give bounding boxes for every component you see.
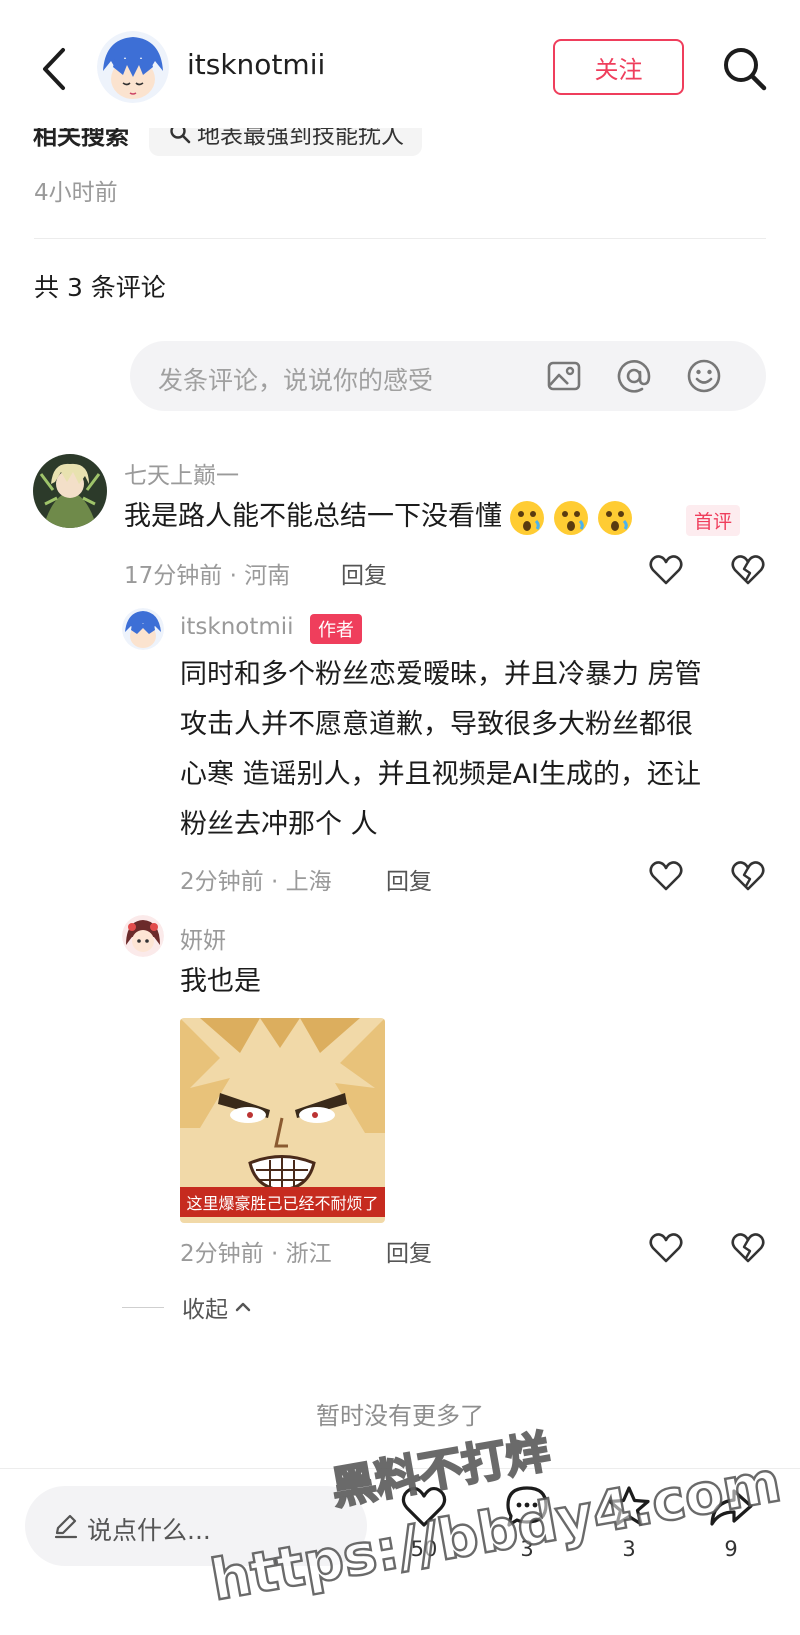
reply-meta: 2分钟前 · 上海	[180, 869, 332, 895]
like-heart-icon[interactable]	[648, 1230, 684, 1266]
reply-button[interactable]: 回复	[386, 1234, 432, 1268]
like-heart-icon[interactable]	[648, 858, 684, 894]
like-button[interactable]: 50	[389, 1483, 459, 1583]
author-avatar[interactable]	[97, 31, 169, 103]
like-heart-icon[interactable]	[648, 552, 684, 588]
reply-button[interactable]: 回复	[386, 862, 432, 896]
collapse-line	[122, 1306, 164, 1308]
commenter-avatar[interactable]	[33, 454, 107, 528]
reply-meta: 2分钟前 · 浙江	[180, 1241, 332, 1267]
chevron-left-icon	[43, 48, 65, 90]
reply-text: 同时和多个粉丝恋爱暧昧，并且冷暴力 房管 攻击人并不愿意道歉，导致很多大粉丝都很…	[180, 650, 702, 850]
back-button[interactable]	[36, 44, 76, 94]
comment-button[interactable]: 3	[492, 1483, 562, 1583]
comment-bubble-icon	[506, 1486, 548, 1527]
comment-meta: 17分钟前 · 河南	[124, 563, 291, 589]
search-icon	[724, 48, 767, 91]
reply-text-line: 心寒 造谣别人，并且视频是AI生成的，还让	[180, 759, 702, 790]
reply-button[interactable]: 回复	[341, 556, 387, 590]
favorite-count: 3	[622, 1537, 636, 1561]
surprised-emoji-icon	[554, 500, 588, 535]
bottom-input-placeholder: 说点什么...	[87, 1516, 211, 1545]
top-bar: itsknotmii 关注	[0, 0, 800, 128]
follow-button[interactable]: 关注	[553, 39, 684, 95]
comment-count: 共 3 条评论	[34, 273, 166, 302]
share-button[interactable]: 9	[696, 1483, 766, 1583]
favorite-button[interactable]: 3	[594, 1483, 664, 1583]
image-icon[interactable]	[546, 358, 582, 394]
no-more-label: 暂时没有更多了	[316, 1402, 484, 1430]
emoji-icon[interactable]	[686, 358, 722, 394]
surprised-emoji-icon	[598, 500, 632, 535]
reply-text-line: 攻击人并不愿意道歉，导致很多大粉丝都很	[180, 709, 693, 740]
share-arrow-icon	[710, 1489, 753, 1526]
surprised-emoji-icon	[510, 500, 544, 535]
reply-username[interactable]: 妍妍	[180, 921, 226, 955]
comment-count-bottom: 3	[520, 1537, 534, 1561]
first-comment-badge: 首评	[686, 505, 741, 536]
reply-text: 我也是	[180, 966, 261, 997]
mention-icon[interactable]	[616, 358, 652, 394]
pencil-icon	[54, 1514, 78, 1539]
bottom-comment-input[interactable]: 说点什么...	[25, 1486, 367, 1566]
reply-username[interactable]: itsknotmii	[180, 614, 294, 640]
search-button[interactable]	[720, 44, 768, 92]
collapse-replies-button[interactable]: 收起	[122, 1290, 252, 1324]
reply-avatar[interactable]	[122, 915, 164, 957]
sticker-caption: 这里爆豪胜己已经不耐烦了	[180, 1187, 385, 1217]
chevron-up-icon	[235, 1302, 251, 1312]
dislike-broken-heart-icon[interactable]	[730, 858, 766, 894]
comment-username[interactable]: 七天上巅一	[124, 456, 239, 490]
comment-text: 我是路人能不能总结一下没看懂	[124, 492, 634, 542]
author-name[interactable]: itsknotmii	[187, 48, 325, 81]
collapse-label: 收起	[182, 1297, 228, 1323]
comment-input[interactable]: 发条评论，说说你的感受	[130, 341, 766, 411]
reply-text-line: 同时和多个粉丝恋爱暧昧，并且冷暴力 房管	[180, 659, 702, 690]
dislike-broken-heart-icon[interactable]	[730, 552, 766, 588]
reply-text-line: 粉丝去冲那个 人	[180, 809, 378, 840]
heart-icon	[401, 1486, 447, 1527]
post-time: 4小时前	[34, 180, 118, 206]
bottom-action-bar: 说点什么... 50 3 3 9	[0, 1468, 800, 1635]
like-count: 50	[410, 1537, 438, 1561]
dislike-broken-heart-icon[interactable]	[730, 1230, 766, 1266]
share-count: 9	[724, 1537, 738, 1561]
author-badge: 作者	[310, 614, 362, 644]
comment-text-body: 我是路人能不能总结一下没看懂	[124, 501, 502, 532]
divider	[34, 238, 766, 239]
reply-avatar[interactable]	[122, 608, 164, 650]
star-icon	[608, 1486, 650, 1526]
reply-sticker-image[interactable]: 这里爆豪胜己已经不耐烦了	[180, 1018, 385, 1223]
comment-input-placeholder: 发条评论，说说你的感受	[158, 366, 434, 395]
